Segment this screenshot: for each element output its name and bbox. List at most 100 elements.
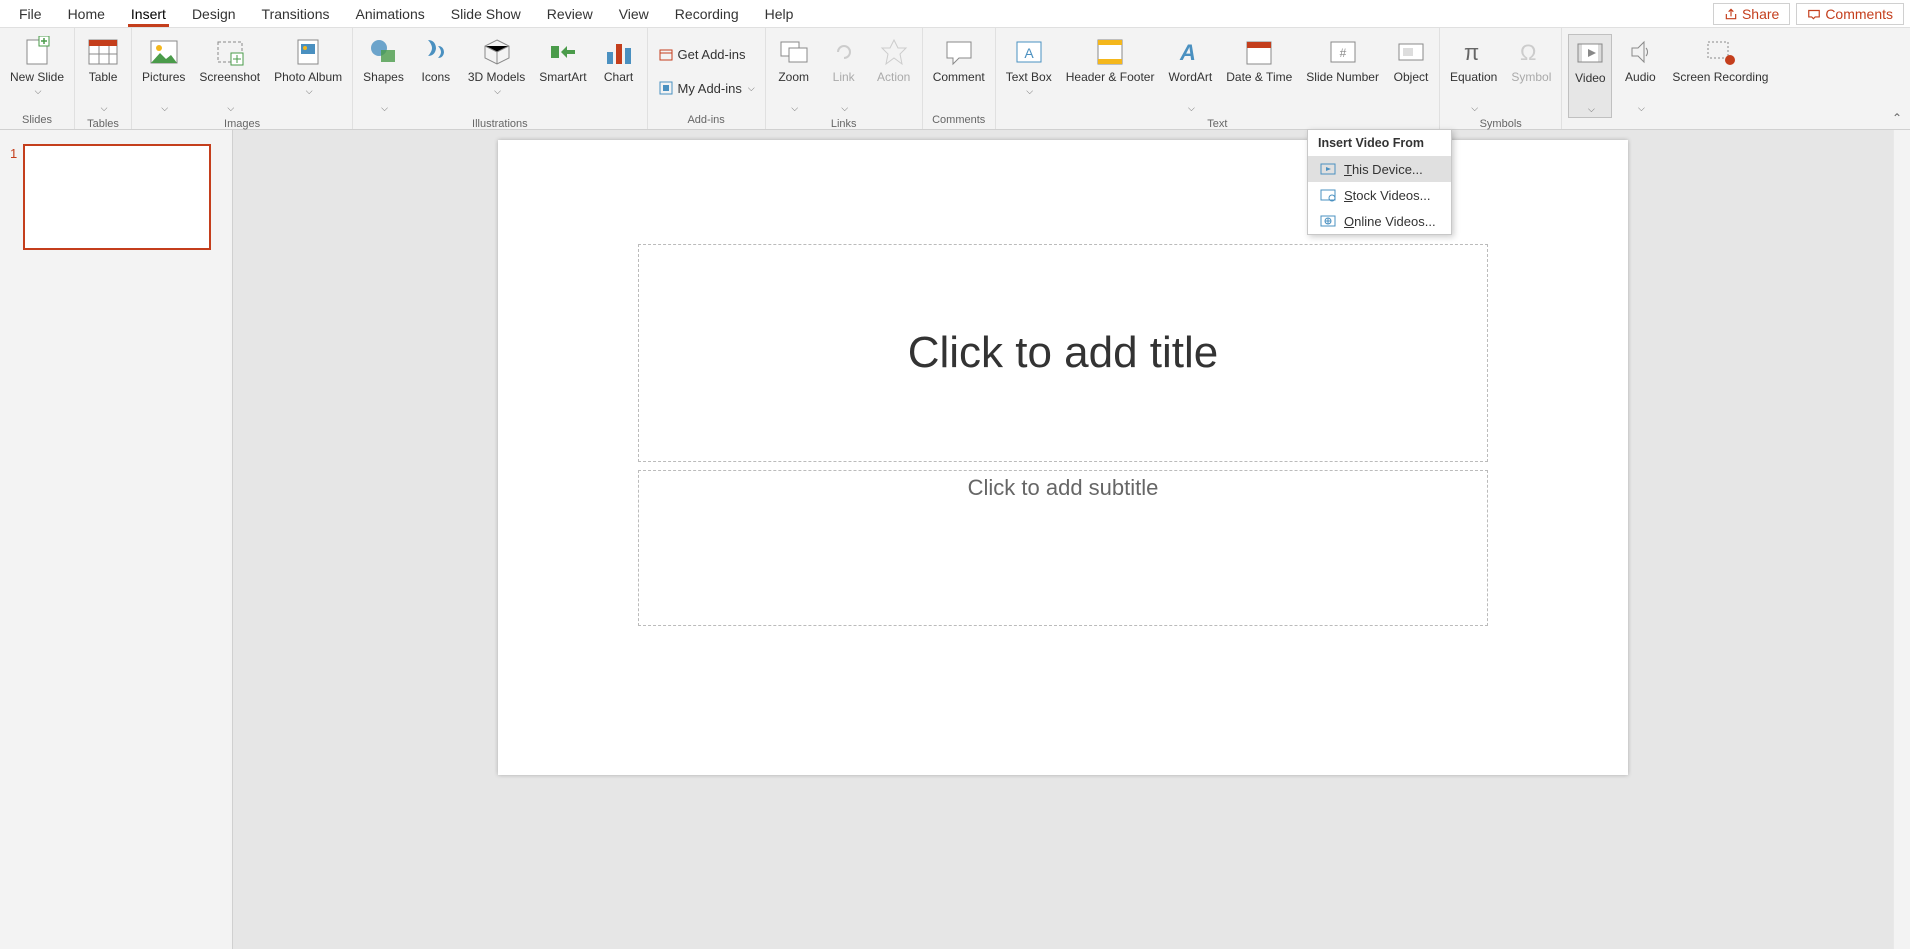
new-slide-button[interactable]: New Slide⌵ [6,34,68,99]
wordart-label: WordArt [1168,70,1212,84]
tab-view[interactable]: View [606,2,662,26]
zoom-button[interactable]: Zoom⌵ [772,34,816,116]
tab-file[interactable]: File [6,2,55,26]
screenshot-icon [214,36,246,68]
shapes-button[interactable]: Shapes⌵ [359,34,408,116]
audio-icon [1624,36,1656,68]
tab-design[interactable]: Design [179,2,249,26]
group-label-images: Images [224,116,260,133]
group-illustrations: Shapes⌵ Icons 3D Models⌵ SmartArt Chart … [353,28,647,129]
header-footer-button[interactable]: Header & Footer [1062,34,1159,86]
group-images: Pictures⌵ Screenshot⌵ Photo Album⌵ Image… [132,28,353,129]
object-button[interactable]: Object [1389,34,1433,86]
online-icon [1320,213,1336,229]
group-tables: Table⌵ Tables [75,28,132,129]
action-button: Action [872,34,916,86]
my-addins-button[interactable]: My Add-ins ⌵ [654,78,759,98]
comments-button[interactable]: Comments [1796,3,1904,25]
pictures-icon [148,36,180,68]
table-button[interactable]: Table ⌵ [81,34,125,116]
store-icon [658,46,674,62]
chevron-down-icon: ⌵ [227,103,234,114]
screenshot-label: Screenshot [199,70,260,84]
equation-button[interactable]: π Equation⌵ [1446,34,1501,116]
icons-label: Icons [422,70,451,84]
date-time-button[interactable]: Date & Time [1222,34,1296,86]
tab-slide-show[interactable]: Slide Show [438,2,534,26]
collapse-ribbon-button[interactable]: ⌃ [1892,111,1902,125]
menu-this-device-label: This Device... [1344,162,1423,177]
group-links: Zoom⌵ Link⌵ Action Links [766,28,923,129]
group-text: A Text Box⌵ Header & Footer A WordArt⌵ D… [996,28,1440,129]
new-slide-icon [21,36,53,68]
audio-button[interactable]: Audio⌵ [1618,34,1662,116]
3d-models-button[interactable]: 3D Models⌵ [464,34,529,99]
pictures-button[interactable]: Pictures⌵ [138,34,189,116]
slide-canvas-area[interactable]: Click to add title Click to add subtitle [233,130,1893,949]
photo-album-button[interactable]: Photo Album⌵ [270,34,346,99]
video-icon [1574,37,1606,69]
chart-button[interactable]: Chart [597,34,641,86]
get-addins-label: Get Add-ins [678,47,746,62]
shapes-label: Shapes [363,70,404,84]
share-button[interactable]: Share [1713,3,1790,25]
tab-home[interactable]: Home [55,2,118,26]
group-label-text: Text [1207,116,1227,133]
comment-bubble-icon [943,36,975,68]
thumbnail-slide-1[interactable] [23,144,211,250]
tab-transitions[interactable]: Transitions [249,2,343,26]
tab-recording[interactable]: Recording [662,2,752,26]
video-dropdown-menu: Insert Video From This Device... Stock V… [1307,129,1452,235]
comment-button[interactable]: Comment [929,34,989,86]
text-box-button[interactable]: A Text Box⌵ [1002,34,1056,99]
vertical-scrollbar[interactable] [1893,130,1910,949]
screen-recording-button[interactable]: Screen Recording [1668,34,1772,86]
menu-stock-videos[interactable]: Stock Videos... [1308,182,1451,208]
svg-text:A: A [1179,40,1196,65]
menu-online-label: Online Videos... [1344,214,1436,229]
group-media: Video⌵ Audio⌵ Screen Recording Media [1562,28,1778,129]
chevron-down-icon: ⌵ [1026,86,1033,97]
icons-button[interactable]: Icons [414,34,458,86]
chevron-down-icon: ⌵ [101,103,108,114]
table-label: Table [89,70,118,84]
comments-label: Comments [1825,6,1893,22]
slide-thumbnail-pane[interactable]: 1 [0,130,233,949]
tab-insert[interactable]: Insert [118,2,179,26]
group-label-slides: Slides [22,112,52,129]
new-slide-label: New Slide [10,70,64,84]
tab-review[interactable]: Review [534,2,606,26]
smartart-button[interactable]: SmartArt [535,34,590,86]
tab-help[interactable]: Help [752,2,807,26]
editor-body: 1 Click to add title Click to add subtit… [0,130,1910,949]
video-button[interactable]: Video⌵ [1568,34,1612,118]
screenshot-button[interactable]: Screenshot ⌵ [195,34,264,116]
chevron-down-icon: ⌵ [161,103,168,114]
subtitle-placeholder-text: Click to add subtitle [968,475,1159,501]
group-label-comments: Comments [932,112,985,129]
slide-1[interactable]: Click to add title Click to add subtitle [498,140,1628,775]
subtitle-placeholder[interactable]: Click to add subtitle [638,470,1488,626]
share-icon [1724,7,1738,21]
thumb-number: 1 [10,144,17,161]
thumbnail-row-1[interactable]: 1 [10,144,222,250]
tab-animations[interactable]: Animations [342,2,437,26]
comment-icon [1807,7,1821,21]
wordart-button[interactable]: A WordArt⌵ [1164,34,1216,116]
link-button: Link⌵ [822,34,866,116]
header-footer-icon [1094,36,1126,68]
chevron-down-icon: ⌵ [841,103,848,114]
slide-number-button[interactable]: # Slide Number [1302,34,1383,86]
menu-online-videos[interactable]: Online Videos... [1308,208,1451,234]
group-addins: Get Add-ins My Add-ins ⌵ Add-ins [648,28,766,129]
cube-icon [481,36,513,68]
menu-this-device[interactable]: This Device... [1308,156,1451,182]
get-addins-button[interactable]: Get Add-ins [654,44,759,64]
symbol-button: Ω Symbol [1507,34,1555,86]
title-placeholder[interactable]: Click to add title [638,244,1488,462]
date-time-icon [1243,36,1275,68]
table-icon [87,36,119,68]
menu-tabs: File Home Insert Design Transitions Anim… [6,2,806,26]
group-symbols: π Equation⌵ Ω Symbol Symbols [1440,28,1562,129]
group-label-symbols: Symbols [1480,116,1522,133]
